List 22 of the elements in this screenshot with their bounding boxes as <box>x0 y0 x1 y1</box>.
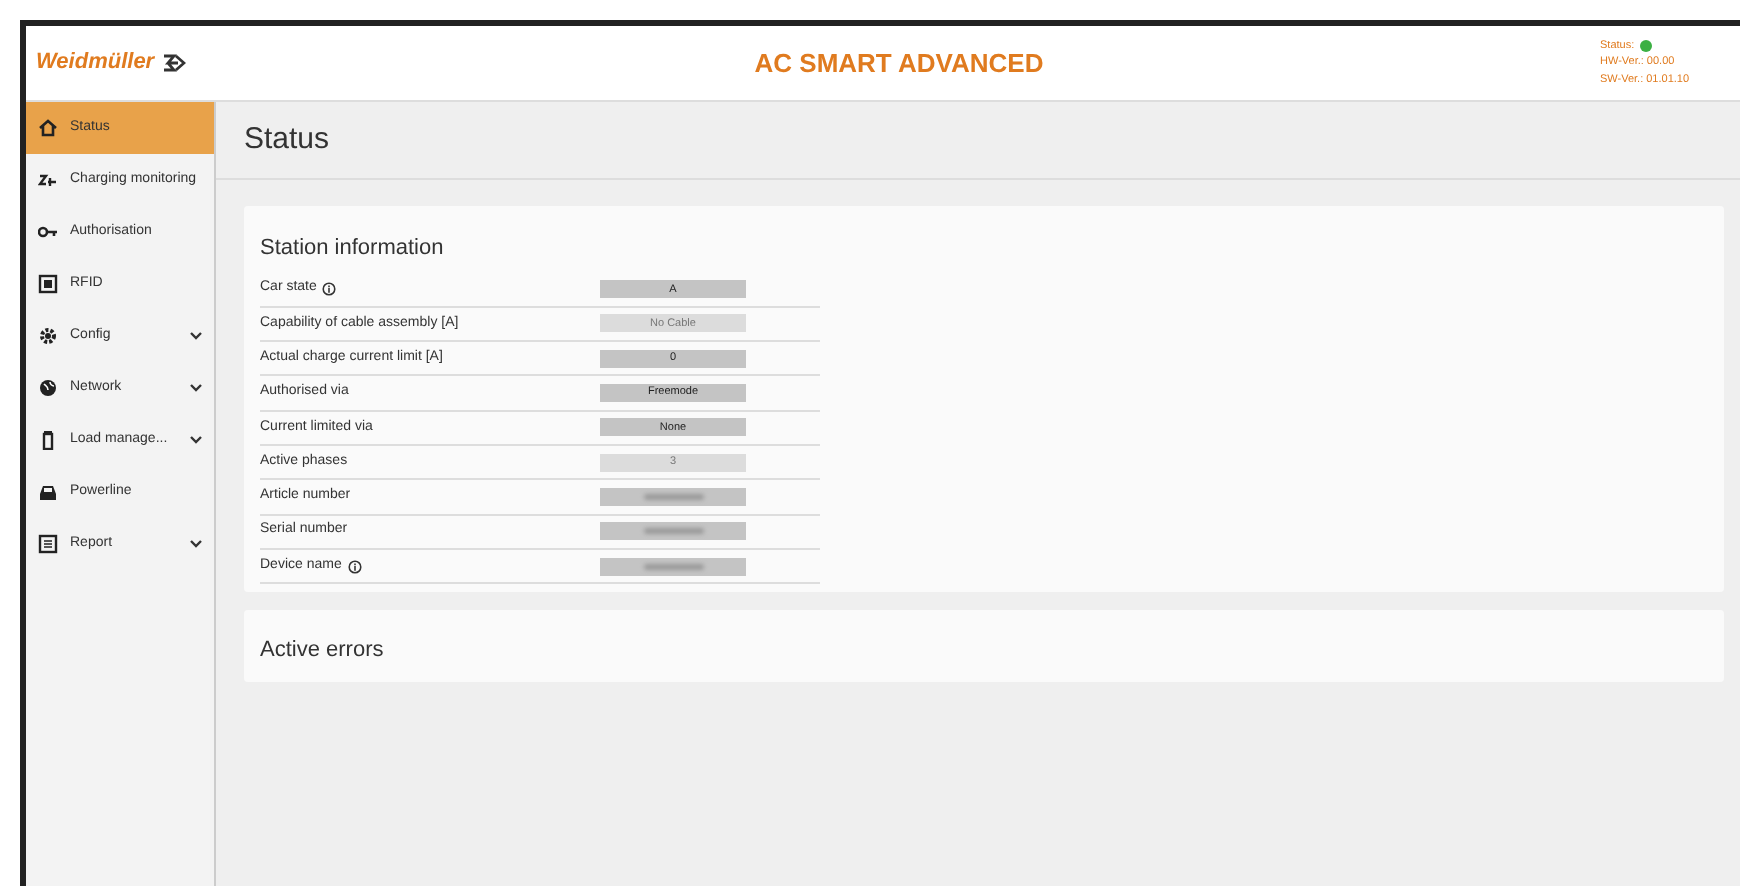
card-title: Active errors <box>260 638 384 663</box>
chevron-down-icon <box>190 436 202 444</box>
home-icon <box>38 118 58 138</box>
logo-icon <box>162 54 187 72</box>
plug-icon <box>38 170 58 190</box>
card-icon <box>38 274 58 294</box>
chevron-down-icon <box>190 384 202 392</box>
gear-icon <box>38 326 58 346</box>
info-icon[interactable] <box>322 282 337 297</box>
status-dot <box>1640 39 1653 52</box>
car-icon <box>38 482 58 502</box>
card-title: Station information <box>260 236 444 260</box>
chevron-down-icon <box>190 332 202 340</box>
report-icon <box>38 534 58 554</box>
key-icon <box>38 222 58 242</box>
app-title: AC SMART ADVANCED <box>754 47 1044 78</box>
globe-icon <box>38 378 58 398</box>
page-title: Status <box>244 119 330 160</box>
charging-station-icon <box>38 430 58 450</box>
info-icon[interactable] <box>347 559 362 574</box>
brand-name: Weidmüller <box>36 48 155 79</box>
chevron-down-icon <box>190 540 202 548</box>
